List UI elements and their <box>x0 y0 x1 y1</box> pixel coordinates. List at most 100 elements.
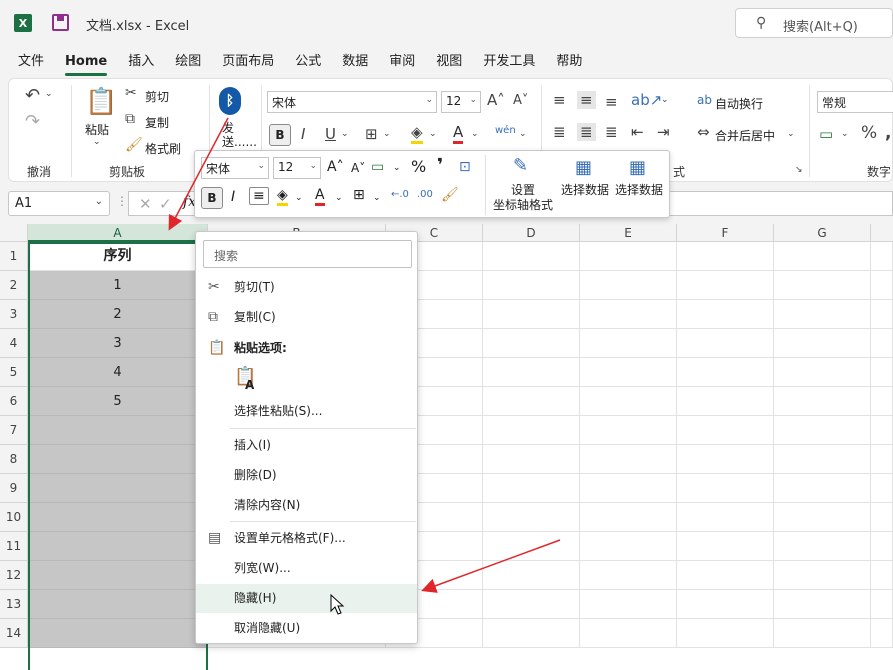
align-top-icon[interactable]: ≡ <box>553 91 566 109</box>
cell[interactable] <box>871 474 893 503</box>
cell[interactable] <box>774 242 871 271</box>
accounting-icon[interactable]: ▭ <box>819 125 833 143</box>
column-header-g[interactable]: G <box>774 224 871 242</box>
wrap-text-button[interactable]: 自动换行 <box>715 95 763 112</box>
chevron-down-icon[interactable]: ⌄ <box>335 193 343 203</box>
cell[interactable] <box>871 561 893 590</box>
cell[interactable] <box>677 300 774 329</box>
paste-icon[interactable]: 📋 <box>85 87 117 117</box>
cell[interactable] <box>483 619 580 648</box>
paste-button[interactable]: 粘贴 <box>85 121 109 138</box>
cell[interactable] <box>774 271 871 300</box>
cell[interactable] <box>677 532 774 561</box>
send-button[interactable]: 发送...... <box>222 121 257 149</box>
cell[interactable] <box>580 474 677 503</box>
chevron-down-icon[interactable]: ⌄ <box>841 129 849 139</box>
column-header-f[interactable]: F <box>677 224 774 242</box>
row-header-12[interactable]: 12 <box>0 561 28 590</box>
cell[interactable] <box>483 358 580 387</box>
cell[interactable] <box>871 590 893 619</box>
tab-draw[interactable]: 绘图 <box>175 46 201 76</box>
cell[interactable] <box>677 445 774 474</box>
merge-center-button[interactable]: 合并后居中 <box>715 127 775 144</box>
align-left-icon[interactable]: ≣ <box>553 123 566 141</box>
menu-item-format-cells[interactable]: ▤ 设置单元格格式(F)... <box>196 524 417 553</box>
cell[interactable] <box>28 590 208 619</box>
row-header-7[interactable]: 7 <box>0 416 28 445</box>
mini-font-size-select[interactable]: 12 ⌄ <box>273 157 321 179</box>
menu-item-cut[interactable]: ✂ 剪切(T) <box>196 273 417 302</box>
cell[interactable] <box>774 590 871 619</box>
cut-button[interactable]: 剪切 <box>145 88 169 105</box>
cell[interactable] <box>580 445 677 474</box>
align-right-icon[interactable]: ≣ <box>605 123 618 141</box>
worksheet-grid[interactable]: A B C D E F G 1序列21324354657891011121314 <box>0 224 893 670</box>
cell[interactable] <box>28 532 208 561</box>
orientation-icon[interactable]: ab↗ <box>631 91 662 109</box>
font-size-select[interactable]: 12 ⌄ <box>441 91 481 113</box>
select-data-button-2[interactable]: 选择数据 <box>615 181 663 198</box>
cell[interactable] <box>774 561 871 590</box>
cell[interactable] <box>580 300 677 329</box>
chevron-down-icon[interactable]: ⌄ <box>341 129 349 139</box>
cell[interactable] <box>871 503 893 532</box>
menu-item-hide[interactable]: 隐藏(H) <box>196 584 417 613</box>
cell[interactable] <box>28 561 208 590</box>
cell[interactable] <box>871 242 893 271</box>
italic-icon[interactable]: I <box>301 125 305 143</box>
increase-font-icon[interactable]: A˄ <box>487 91 505 109</box>
chevron-down-icon[interactable]: ⌄ <box>519 129 527 139</box>
cell[interactable] <box>871 619 893 648</box>
redo-icon[interactable]: ↷ <box>25 111 40 132</box>
row-header-13[interactable]: 13 <box>0 590 28 619</box>
cell[interactable] <box>28 503 208 532</box>
cell[interactable] <box>677 561 774 590</box>
cell[interactable]: 序列 <box>28 242 208 271</box>
cell[interactable]: 2 <box>28 300 208 329</box>
mini-accounting-icon[interactable]: ▭ <box>371 159 384 175</box>
menu-item-clear-contents[interactable]: 清除内容(N) <box>196 491 417 520</box>
tab-insert[interactable]: 插入 <box>128 46 154 76</box>
cell[interactable] <box>483 271 580 300</box>
column-header-d[interactable]: D <box>483 224 580 242</box>
cell[interactable] <box>677 416 774 445</box>
increase-indent-icon[interactable]: ⇥ <box>657 123 670 141</box>
cell[interactable] <box>580 358 677 387</box>
menu-item-copy[interactable]: ⧉ 复制(C) <box>196 303 417 332</box>
bluetooth-icon[interactable]: ᛒ <box>219 87 241 115</box>
cell[interactable] <box>483 300 580 329</box>
font-name-select[interactable]: 宋体 ⌄ <box>267 91 437 113</box>
cancel-icon[interactable]: ✕ <box>139 195 152 213</box>
cell[interactable] <box>774 445 871 474</box>
menu-item-paste-special[interactable]: 选择性粘贴(S)... <box>196 397 417 426</box>
cell[interactable] <box>871 387 893 416</box>
fill-color-icon[interactable]: ◈ <box>411 123 423 144</box>
cell[interactable] <box>774 474 871 503</box>
mini-decrease-font-icon[interactable]: A˅ <box>351 161 365 175</box>
save-icon[interactable] <box>52 14 69 31</box>
cell[interactable] <box>483 329 580 358</box>
mini-increase-font-icon[interactable]: A˄ <box>327 159 344 175</box>
tab-developer[interactable]: 开发工具 <box>483 46 535 76</box>
chevron-down-icon[interactable]: ⌄ <box>471 129 479 139</box>
cell[interactable] <box>580 619 677 648</box>
cell[interactable] <box>677 358 774 387</box>
menu-item-delete[interactable]: 删除(D) <box>196 461 417 490</box>
cell[interactable] <box>28 619 208 648</box>
cell[interactable] <box>580 242 677 271</box>
mini-bold-button[interactable]: B <box>201 187 223 209</box>
cell[interactable] <box>483 474 580 503</box>
column-header-e[interactable]: E <box>580 224 677 242</box>
cell[interactable] <box>774 416 871 445</box>
row-header-9[interactable]: 9 <box>0 474 28 503</box>
chevron-down-icon[interactable]: ⌄ <box>373 193 381 203</box>
cell[interactable] <box>774 300 871 329</box>
cut-icon[interactable]: ✂ <box>125 85 137 101</box>
select-all-corner[interactable] <box>0 224 28 242</box>
chevron-down-icon[interactable]: ⌄ <box>393 163 401 173</box>
tab-file[interactable]: 文件 <box>18 46 44 76</box>
cell[interactable] <box>871 300 893 329</box>
row-header-4[interactable]: 4 <box>0 329 28 358</box>
cell[interactable] <box>677 387 774 416</box>
cell[interactable] <box>28 445 208 474</box>
